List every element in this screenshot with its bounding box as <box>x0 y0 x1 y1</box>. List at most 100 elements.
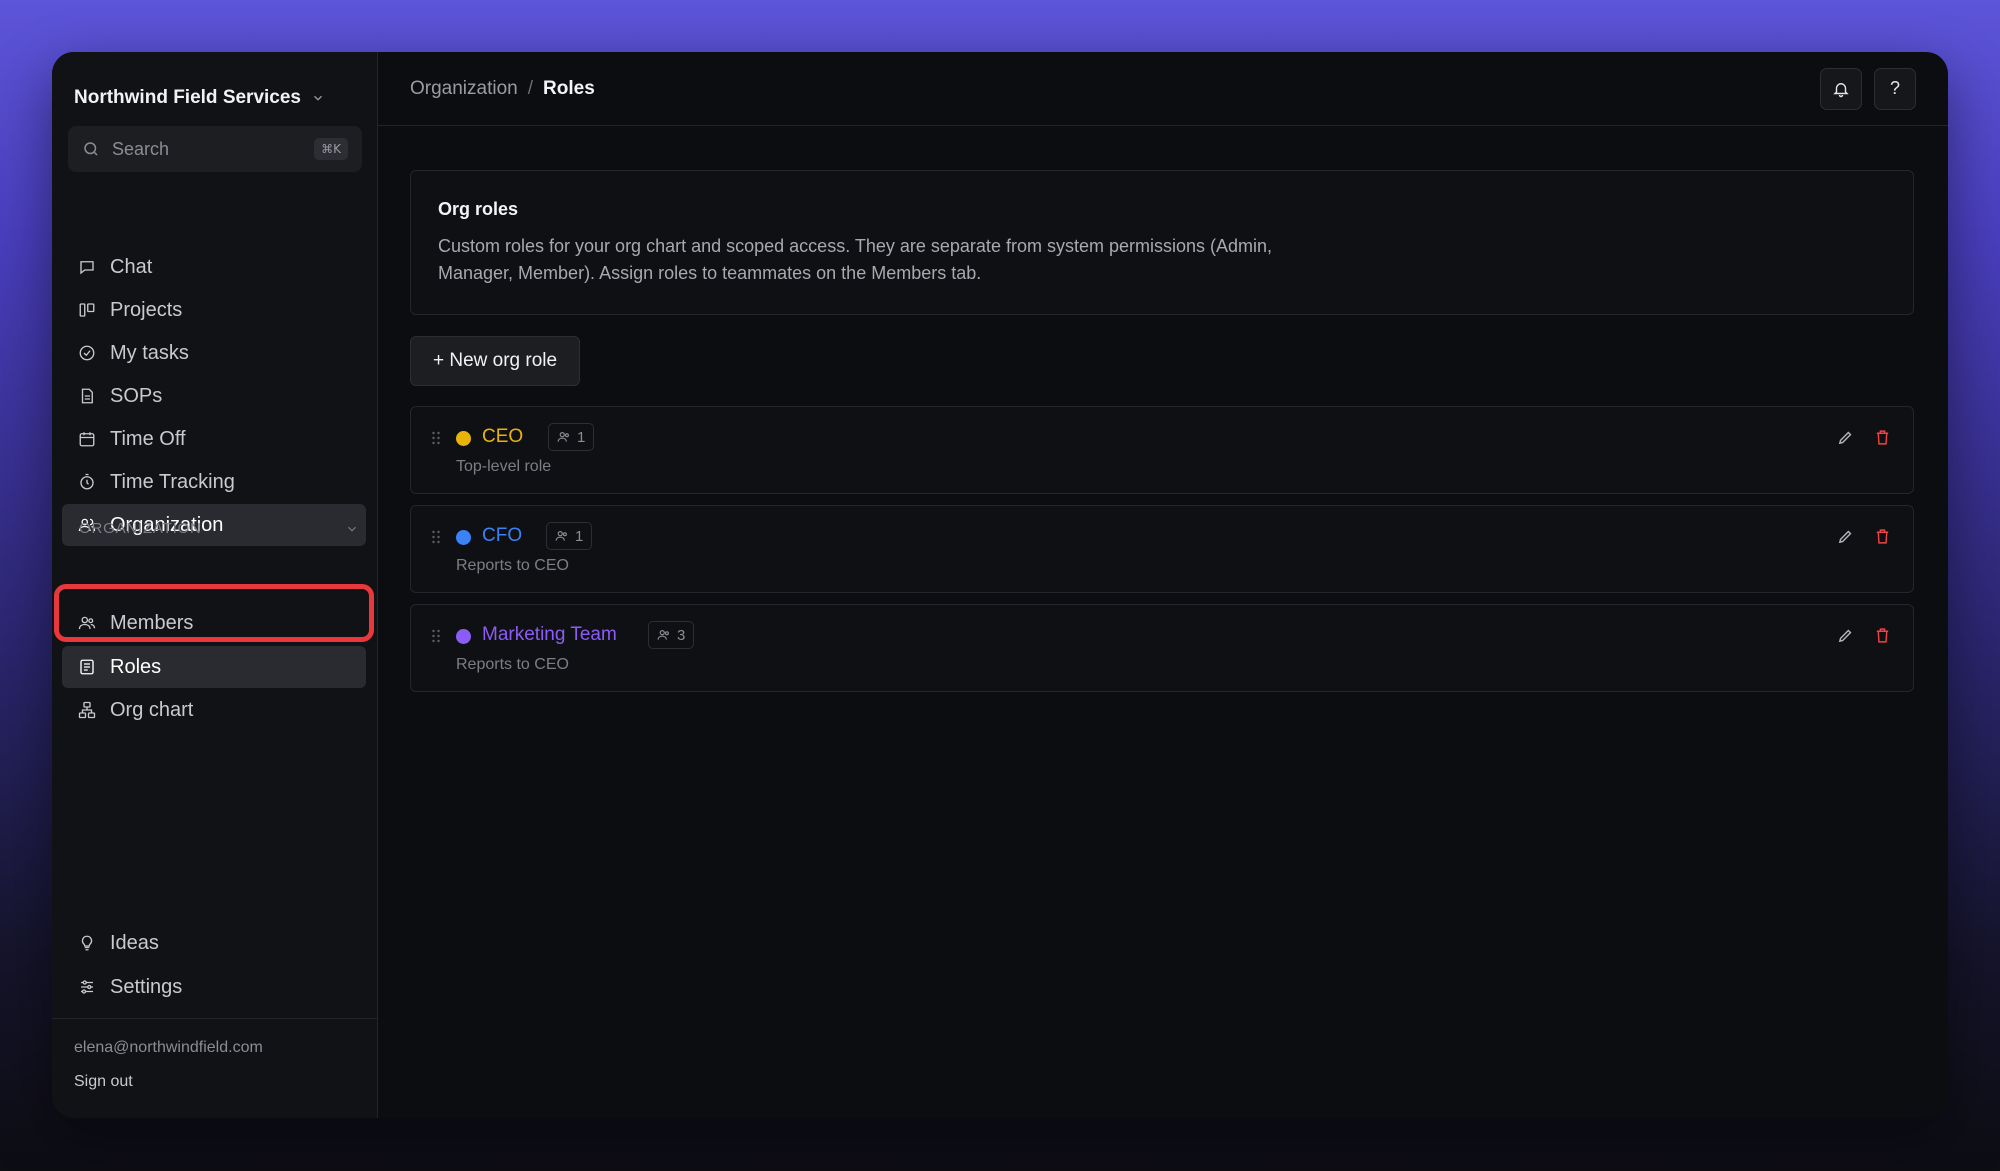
role-name[interactable]: CEO <box>482 426 523 448</box>
sidebar-item-label: Chat <box>110 255 153 278</box>
sidebar-item-projects[interactable]: Projects <box>62 289 366 331</box>
users-icon <box>78 616 96 630</box>
trash-icon <box>1876 628 1889 643</box>
sidebar-item-sops[interactable]: SOPs <box>62 375 366 417</box>
drag-handle-icon[interactable] <box>431 431 441 445</box>
sidebar-item-ideas[interactable]: Ideas <box>62 922 366 964</box>
check-circle-icon <box>79 345 95 361</box>
search-icon <box>84 142 98 156</box>
trash-icon <box>1876 430 1889 445</box>
sidebar-item-settings[interactable]: Settings <box>62 966 366 1008</box>
role-subtitle: Reports to CEO <box>456 656 569 673</box>
org-chart-icon <box>78 701 96 719</box>
delete-button[interactable] <box>1874 627 1891 644</box>
users-icon <box>657 630 669 640</box>
stopwatch-icon <box>80 473 94 490</box>
role-actions <box>1837 627 1891 644</box>
kanban-icon <box>79 303 95 317</box>
role-color-dot <box>456 530 471 545</box>
sidebar-item-org-chart[interactable]: Org chart <box>62 689 366 731</box>
sidebar-item-label: Settings <box>110 975 183 998</box>
sidebar-item-roles[interactable]: Roles <box>62 646 366 688</box>
chat-icon <box>80 261 94 275</box>
pencil-icon <box>1838 530 1852 544</box>
org-name: Northwind Field Services <box>74 87 301 108</box>
sidebar-item-time-off[interactable]: Time Off <box>62 418 366 460</box>
role-actions <box>1837 429 1891 446</box>
bell-icon <box>1833 82 1849 97</box>
search-input[interactable]: Search ⌘K <box>68 126 362 172</box>
sidebar-item-label: Time Off <box>110 427 186 450</box>
role-card: CEO 1 Top-level role <box>410 406 1914 494</box>
role-color-dot <box>456 431 471 446</box>
help-button[interactable]: ? <box>1874 67 1916 110</box>
top-bar: Organization / Roles ? <box>378 52 1948 126</box>
help-label: ? <box>1889 78 1900 98</box>
search-placeholder: Search <box>112 138 170 159</box>
sidebar-item-label: Ideas <box>110 931 159 954</box>
role-card: CFO 1 Reports to CEO <box>410 505 1914 593</box>
main-content: Organization / Roles ? Org roles Custom … <box>378 52 1948 1118</box>
breadcrumb-current: Roles <box>543 77 595 99</box>
member-count-badge: 1 <box>546 522 593 550</box>
new-org-role-button[interactable]: + New org role <box>410 336 581 386</box>
users-icon <box>557 432 569 442</box>
role-subtitle: Top-level role <box>456 458 552 475</box>
delete-button[interactable] <box>1874 528 1891 545</box>
section-organization[interactable]: ORGANIZATION <box>79 520 359 537</box>
section-label: ORGANIZATION <box>79 520 202 537</box>
member-count: 1 <box>577 428 586 446</box>
breadcrumb-organization[interactable]: Organization <box>410 78 518 100</box>
sidebar: Northwind Field Services Search ⌘K Chat … <box>52 52 378 1118</box>
top-actions: ? <box>1820 67 1916 110</box>
drag-handle-icon[interactable] <box>431 629 441 643</box>
pencil-icon <box>1838 431 1852 445</box>
sidebar-item-label: SOPs <box>110 384 163 407</box>
sidebar-item-label: Roles <box>110 655 162 678</box>
sidebar-item-label: My tasks <box>110 341 189 364</box>
role-subtitle: Reports to CEO <box>456 557 569 574</box>
role-name[interactable]: Marketing Team <box>482 624 617 646</box>
user-email: elena@northwindfield.com <box>74 1039 263 1056</box>
sidebar-item-label: Projects <box>110 298 183 321</box>
document-icon <box>81 388 93 404</box>
breadcrumb-separator: / <box>527 77 534 99</box>
notifications-button[interactable] <box>1820 67 1862 110</box>
list-document-icon <box>80 659 94 675</box>
edit-button[interactable] <box>1837 627 1854 644</box>
edit-button[interactable] <box>1837 528 1854 545</box>
pencil-icon <box>1838 629 1852 643</box>
role-color-dot <box>456 629 471 644</box>
org-switcher[interactable]: Northwind Field Services <box>74 80 325 116</box>
edit-button[interactable] <box>1837 429 1854 446</box>
role-name[interactable]: CFO <box>482 525 522 547</box>
member-count-badge: 3 <box>648 621 695 649</box>
users-icon <box>555 531 567 541</box>
sidebar-item-members[interactable]: Members <box>62 602 366 644</box>
sidebar-item-label: Members <box>110 611 194 634</box>
search-shortcut: ⌘K <box>314 138 348 160</box>
sliders-icon <box>81 980 93 994</box>
lightbulb-icon <box>81 935 93 951</box>
trash-icon <box>1876 529 1889 544</box>
sign-out-link[interactable]: Sign out <box>74 1073 355 1091</box>
delete-button[interactable] <box>1874 429 1891 446</box>
org-roles-info-card: Org roles Custom roles for your org char… <box>410 170 1914 315</box>
role-actions <box>1837 528 1891 545</box>
sidebar-item-label: Org chart <box>110 698 194 721</box>
role-card: Marketing Team 3 Reports to CEO <box>410 604 1914 692</box>
sidebar-footer: elena@northwindfield.com Sign out <box>52 1018 377 1111</box>
drag-handle-icon[interactable] <box>431 530 441 544</box>
sidebar-item-chat[interactable]: Chat <box>62 246 366 288</box>
calendar-icon <box>79 432 95 447</box>
sidebar-item-my-tasks[interactable]: My tasks <box>62 332 366 374</box>
chevron-down-icon <box>348 526 356 532</box>
member-count: 1 <box>575 527 584 545</box>
member-count: 3 <box>677 626 686 644</box>
sidebar-item-time-tracking[interactable]: Time Tracking <box>62 461 366 503</box>
app-window: Northwind Field Services Search ⌘K Chat … <box>52 52 1948 1118</box>
info-title: Org roles <box>438 199 519 219</box>
sidebar-item-label: Time Tracking <box>110 470 235 493</box>
info-description: Custom roles for your org chart and scop… <box>438 236 1273 283</box>
member-count-badge: 1 <box>548 423 595 451</box>
